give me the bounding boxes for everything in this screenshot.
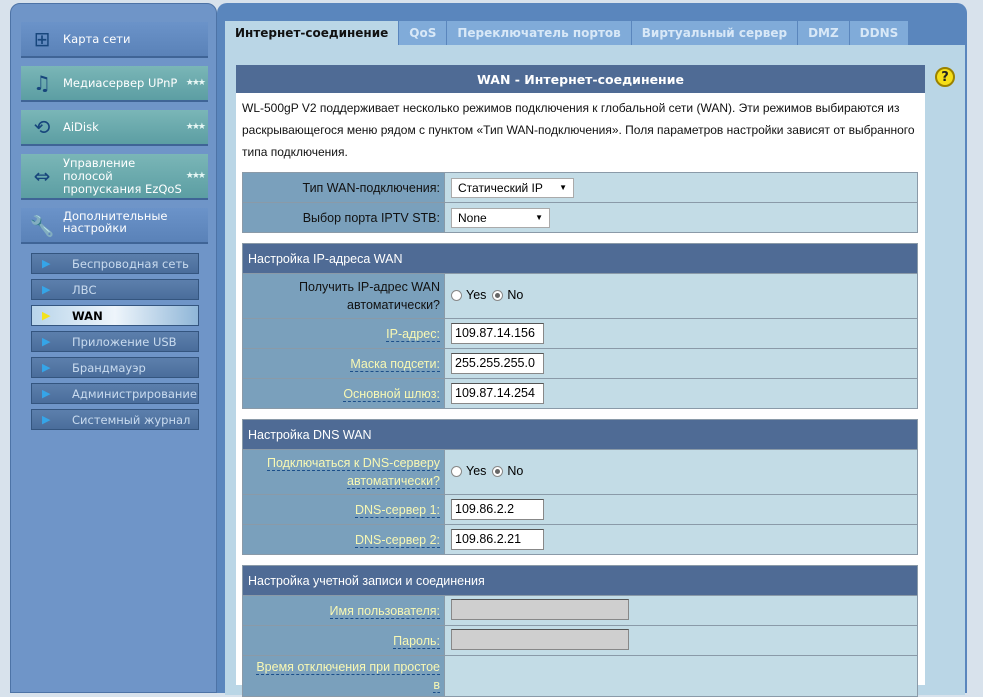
dns-settings-table: Настройка DNS WAN Подключаться к DNS-сер… [242,419,918,555]
subnet-mask-input[interactable]: 255.255.255.0 [451,353,544,374]
tab-ddns[interactable]: DDNS [849,21,910,45]
stars-icon: ★★★ [185,170,206,181]
menu-network-map[interactable]: ⊞ Карта сети [21,22,208,58]
ip-auto-label: Получить IP-адрес WAN автоматически? [242,273,445,319]
account-settings-table: Настройка учетной записи и соединения Им… [242,565,918,697]
main-panel: Интернет-соединение QoS Переключатель по… [217,3,967,697]
dns-auto-no-radio[interactable]: No [492,464,523,478]
sidebar: ⊞ Карта сети ♫ Медиасервер UPnP ★★★ ⟲ AiDisk… [10,3,217,693]
gateway-label[interactable]: Основной шлюз: [343,386,440,402]
stars-icon: ★★★ [185,122,206,132]
ip-auto-no-radio[interactable]: No [492,288,523,302]
dns-auto-label[interactable]: Подключаться к DNS-серверу автоматически… [266,456,440,489]
ezqos-icon: ⇔ [33,163,51,188]
arrow-icon: ▶ [42,309,51,322]
ip-auto-yes-radio[interactable]: Yes [451,288,486,302]
section-header: Настройка DNS WAN [242,419,918,450]
menu-media-server[interactable]: ♫ Медиасервер UPnP ★★★ [21,66,208,102]
tab-internet-connection[interactable]: Интернет-соединение [225,21,400,45]
tab-port-switch[interactable]: Переключатель портов [447,21,632,45]
section-header: Настройка IP-адреса WAN [242,243,918,274]
submenu-lan[interactable]: ▶ ЛВС [31,279,199,300]
submenu-firewall[interactable]: ▶ Брандмауэр [31,357,199,378]
subnet-mask-label[interactable]: Маска подсети: [350,356,440,372]
username-input[interactable] [451,598,629,620]
dns1-label[interactable]: DNS-сервер 1: [354,502,440,518]
submenu-administration[interactable]: ▶ Администрирование [31,383,199,404]
iptv-select[interactable]: None ▼ [451,207,550,228]
tools-icon: 🔧 [29,214,55,238]
help-icon[interactable]: ? [935,67,955,87]
submenu-wireless[interactable]: ▶ Беспроводная сеть [31,253,199,274]
arrow-icon: ▶ [42,361,51,374]
dns1-input[interactable]: 109.86.2.2 [451,499,544,520]
dns-auto-yes-radio[interactable]: Yes [451,464,486,478]
tab-bar: Интернет-соединение QoS Переключатель по… [225,21,910,45]
section-header: Настройка учетной записи и соединения [242,565,918,596]
description: WL-500gP V2 поддерживает несколько режим… [242,101,915,159]
password-label[interactable]: Пароль: [393,633,440,649]
arrow-icon: ▶ [42,387,51,400]
username-label[interactable]: Имя пользователя: [329,603,440,619]
arrow-icon: ▶ [42,335,51,348]
arrow-icon: ▶ [42,283,51,296]
wan-settings-box: WAN - Интернет-соединение WL-500gP V2 по… [236,65,925,697]
general-table: Тип WAN-подключения: Статический IP ▼ Выб… [242,172,918,233]
submenu-usb[interactable]: ▶ Приложение USB [31,331,199,352]
stars-icon: ★★★ [185,78,206,88]
tab-dmz[interactable]: DMZ [798,21,850,45]
content-area: ? WAN - Интернет-соединение WL-500gP V2 … [225,45,965,697]
network-map-icon: ⊞ [33,27,51,51]
password-input[interactable] [451,628,629,650]
arrow-icon: ▶ [42,413,51,426]
media-server-icon: ♫ [33,71,51,95]
ip-address-label[interactable]: IP-адрес: [386,326,440,342]
aidisk-icon: ⟲ [33,115,51,139]
dropdown-arrow-icon: ▼ [535,213,543,222]
wan-type-label: Тип WAN-подключения: [242,172,445,203]
dns2-input[interactable]: 109.86.2.21 [451,529,544,550]
tab-virtual-server[interactable]: Виртуальный сервер [631,21,799,45]
ip-address-input[interactable]: 109.87.14.156 [451,323,544,344]
arrow-icon: ▶ [42,257,51,270]
submenu-system-log[interactable]: ▶ Системный журнал [31,409,199,430]
dropdown-arrow-icon: ▼ [559,183,567,192]
wan-type-select[interactable]: Статический IP ▼ [451,177,574,198]
ip-settings-table: Настройка IP-адреса WAN Получить IP-адре… [242,243,918,409]
menu-advanced-settings[interactable]: 🔧 Дополнительные настройки [21,208,208,244]
dns2-label[interactable]: DNS-сервер 2: [354,532,440,548]
page-title: WAN - Интернет-соединение [236,65,925,93]
iptv-label: Выбор порта IPTV STB: [242,202,445,233]
tab-qos[interactable]: QoS [399,21,448,45]
menu-ezqos[interactable]: ⇔ Управление полосой пропускания EzQoS ★★★ [21,154,208,200]
menu-aidisk[interactable]: ⟲ AiDisk ★★★ [21,110,208,146]
idle-timeout-label[interactable]: Время отключения при простое в [256,660,440,693]
submenu-wan[interactable]: ▶ WAN [31,305,199,326]
gateway-input[interactable]: 109.87.14.254 [451,383,544,404]
